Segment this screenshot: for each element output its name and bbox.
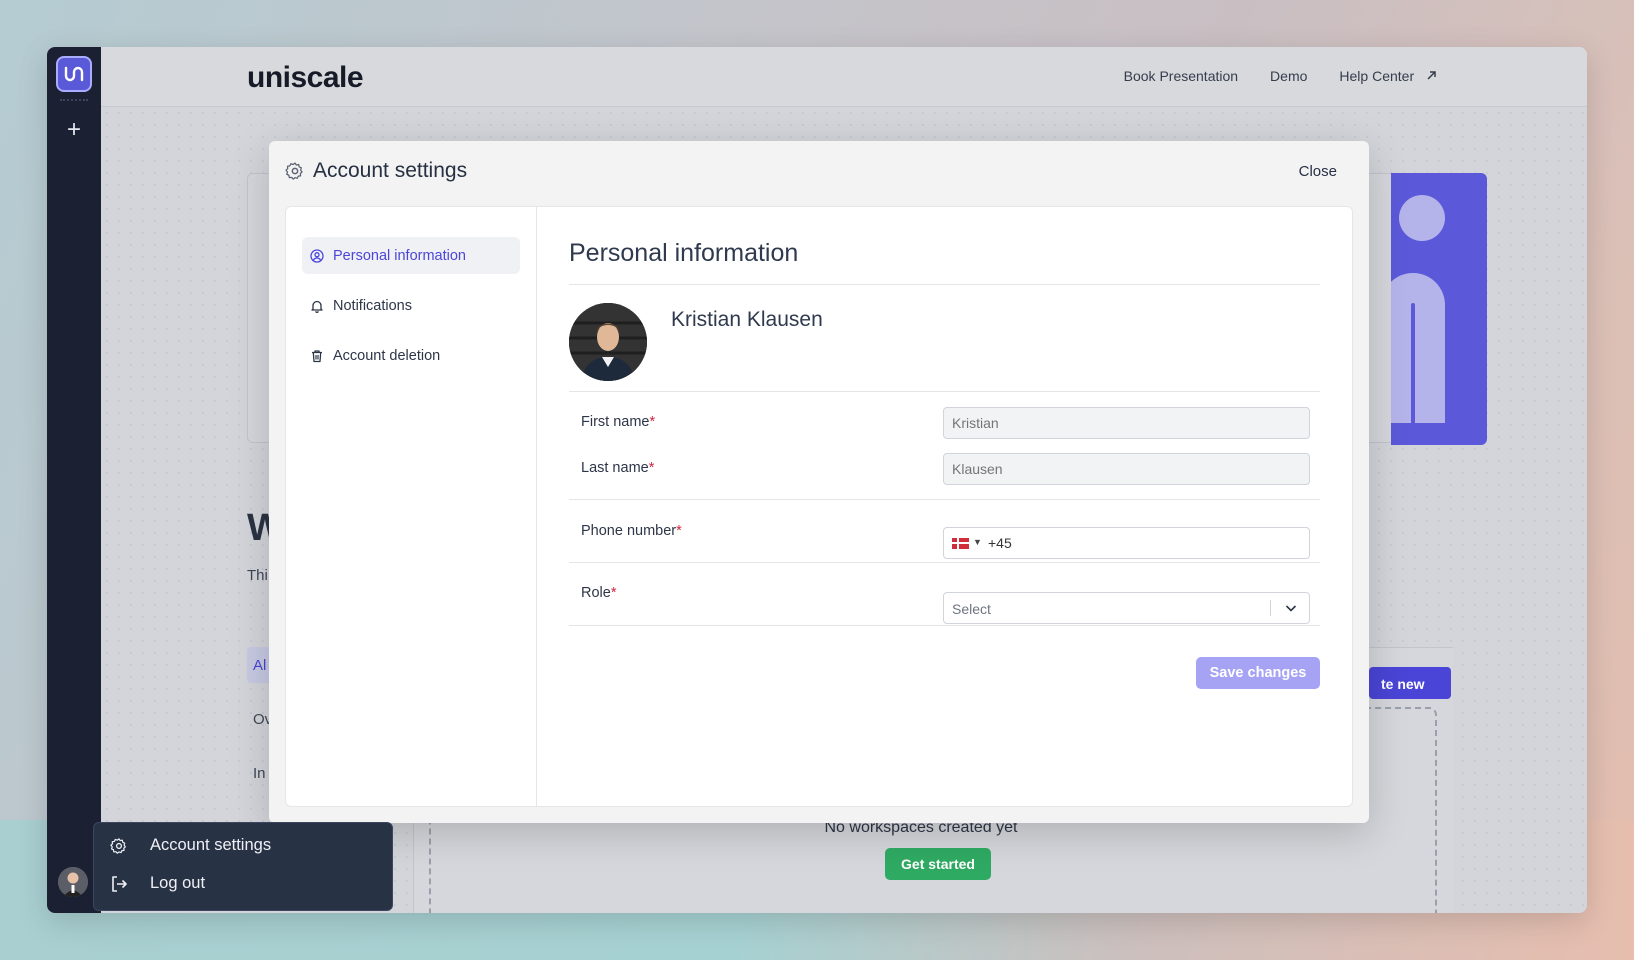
account-settings-modal: Account settings Close Personal informat… bbox=[269, 141, 1369, 823]
close-button[interactable]: Close bbox=[1299, 163, 1337, 180]
tab-invited[interactable]: In bbox=[253, 765, 266, 782]
uniscale-logo-icon bbox=[64, 66, 84, 82]
add-workspace-plus-icon[interactable]: + bbox=[59, 115, 89, 145]
modal-body: Personal information Notifications Accou… bbox=[285, 206, 1353, 807]
nav-item-label: Personal information bbox=[333, 247, 466, 264]
section-title: Personal information bbox=[569, 239, 799, 267]
user-avatar-small[interactable] bbox=[58, 867, 88, 897]
nav-item-account-deletion[interactable]: Account deletion bbox=[302, 337, 520, 374]
phone-number-label: Phone number* bbox=[581, 523, 682, 539]
divider bbox=[569, 391, 1320, 392]
required-marker: * bbox=[610, 585, 617, 601]
profile-name: Kristian Klausen bbox=[671, 308, 823, 331]
divider bbox=[569, 625, 1320, 626]
user-circle-icon bbox=[310, 248, 324, 263]
nav-item-label: Notifications bbox=[333, 297, 412, 314]
top-bar: uniscale Book Presentation Demo Help Cen… bbox=[101, 47, 1587, 107]
divider bbox=[569, 284, 1320, 285]
country-caret-icon[interactable]: ▼ bbox=[973, 537, 982, 547]
menu-item-account-settings[interactable]: Account settings bbox=[110, 836, 271, 855]
last-name-field[interactable] bbox=[943, 453, 1310, 485]
menu-item-log-out[interactable]: Log out bbox=[110, 874, 205, 893]
phone-number-label-text: Phone number bbox=[581, 523, 677, 539]
menu-item-label: Log out bbox=[150, 874, 206, 892]
hero-circle-shape bbox=[1399, 195, 1445, 241]
settings-nav: Personal information Notifications Accou… bbox=[286, 207, 537, 806]
nav-item-personal-information[interactable]: Personal information bbox=[302, 237, 520, 274]
logout-icon bbox=[112, 875, 127, 892]
required-marker: * bbox=[648, 460, 655, 476]
role-label: Role* bbox=[581, 585, 616, 601]
personal-information-panel: Personal information Kristian Klausen Fi… bbox=[537, 207, 1352, 806]
hero-illustration bbox=[1391, 173, 1487, 445]
help-center-label: Help Center bbox=[1339, 68, 1415, 84]
left-rail: + bbox=[47, 47, 101, 913]
first-name-label-text: First name bbox=[581, 414, 650, 430]
last-name-label: Last name* bbox=[581, 460, 654, 476]
first-name-label: First name* bbox=[581, 414, 655, 430]
divider bbox=[569, 562, 1320, 563]
nav-link-help-center[interactable]: Help Center bbox=[1339, 68, 1437, 84]
required-marker: * bbox=[649, 414, 656, 430]
hero-arch-shape bbox=[1391, 273, 1445, 423]
nav-item-notifications[interactable]: Notifications bbox=[302, 287, 520, 324]
app-logo-button[interactable] bbox=[56, 56, 92, 92]
gear-icon bbox=[285, 162, 303, 180]
required-marker: * bbox=[676, 523, 682, 539]
role-select-value: Select bbox=[952, 601, 991, 617]
phone-number-input[interactable] bbox=[988, 528, 1306, 558]
phone-number-field: ▼ bbox=[943, 527, 1310, 559]
chevron-down-icon bbox=[1285, 605, 1297, 612]
bell-icon bbox=[311, 300, 323, 313]
save-changes-button[interactable]: Save changes bbox=[1196, 657, 1320, 689]
menu-item-label: Account settings bbox=[150, 836, 272, 854]
first-name-field[interactable] bbox=[943, 407, 1310, 439]
nav-link-demo[interactable]: Demo bbox=[1270, 68, 1307, 84]
last-name-label-text: Last name bbox=[581, 460, 649, 476]
profile-avatar[interactable] bbox=[569, 303, 647, 381]
trash-icon bbox=[312, 349, 322, 362]
user-menu-popover: Account settings Log out bbox=[93, 822, 393, 911]
rail-divider bbox=[60, 99, 88, 101]
get-started-button[interactable]: Get started bbox=[885, 848, 991, 880]
gear-icon bbox=[110, 837, 126, 854]
role-select[interactable]: Select bbox=[943, 592, 1310, 624]
role-label-text: Role bbox=[581, 585, 611, 601]
workspaces-subtext: Thi bbox=[247, 567, 268, 584]
divider bbox=[569, 499, 1320, 500]
nav-link-book-presentation[interactable]: Book Presentation bbox=[1124, 68, 1238, 84]
modal-title: Account settings bbox=[313, 159, 468, 182]
select-separator bbox=[1270, 600, 1271, 616]
top-nav-links: Book Presentation Demo Help Center bbox=[1124, 68, 1437, 84]
nav-item-label: Account deletion bbox=[333, 347, 441, 364]
external-link-icon bbox=[1427, 71, 1436, 80]
create-new-button[interactable]: te new bbox=[1369, 667, 1451, 699]
denmark-flag-icon[interactable] bbox=[952, 538, 969, 549]
modal-header: Account settings Close bbox=[285, 157, 1353, 187]
brand-logo[interactable]: uniscale bbox=[247, 61, 364, 95]
